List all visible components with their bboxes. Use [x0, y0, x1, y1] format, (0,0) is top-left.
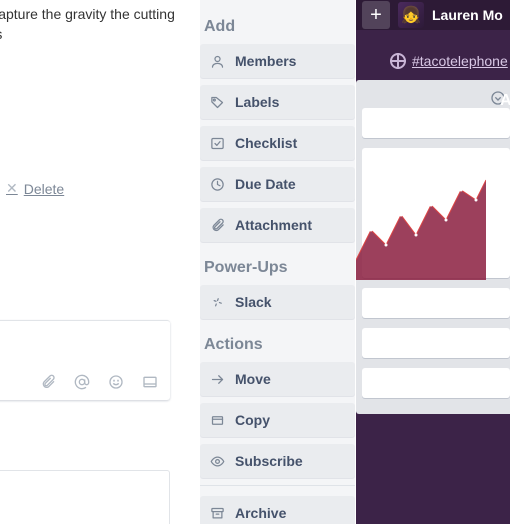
checklist-icon: [210, 136, 225, 151]
checklist-button[interactable]: Checklist: [200, 126, 355, 160]
activity-placeholder: [0, 470, 170, 524]
due-date-label: Due Date: [235, 176, 296, 192]
slack-icon: [210, 295, 225, 310]
checklist-label: Checklist: [235, 135, 297, 151]
card-stub[interactable]: [362, 108, 510, 138]
arrow-right-icon: [210, 372, 225, 387]
board-name-link[interactable]: #tacotelephone: [412, 53, 508, 69]
move-label: Move: [235, 371, 271, 387]
mention-icon[interactable]: [74, 374, 90, 390]
card-description-text: y, but still capture the gravity the cut…: [0, 4, 190, 45]
labels-label: Labels: [235, 94, 279, 110]
slack-label: Slack: [235, 294, 272, 310]
card-icon[interactable]: [142, 374, 158, 390]
clock-icon: [210, 177, 225, 192]
card-sidebar: Add Members Labels Checklist Due Date At…: [200, 0, 355, 524]
members-button[interactable]: Members: [200, 44, 355, 78]
section-title-add: Add: [200, 8, 355, 44]
emoji-icon[interactable]: [108, 374, 124, 390]
archive-label: Archive: [235, 505, 286, 521]
members-label: Members: [235, 53, 296, 69]
section-title-powerups: Power-Ups: [200, 249, 355, 285]
copy-label: Copy: [235, 412, 270, 428]
copy-icon: [210, 413, 225, 428]
paperclip-icon: [210, 218, 225, 233]
card-stub[interactable]: [362, 288, 510, 318]
create-board-button[interactable]: +: [362, 1, 390, 29]
person-icon: [210, 54, 225, 69]
archive-icon: [210, 506, 225, 521]
next-list-title: A: [500, 92, 510, 110]
app-header: + Lauren Mo: [356, 0, 510, 30]
board-title-row: #tacotelephone: [356, 46, 510, 76]
subscribe-button[interactable]: Subscribe: [200, 444, 355, 478]
tag-icon: [210, 95, 225, 110]
attachment-icon[interactable]: [40, 374, 56, 390]
slack-button[interactable]: Slack: [200, 285, 355, 319]
delete-link[interactable]: ✕ Delete: [6, 180, 64, 197]
section-title-actions: Actions: [200, 326, 355, 362]
card-stub[interactable]: [362, 328, 510, 358]
due-date-button[interactable]: Due Date: [200, 167, 355, 201]
archive-button[interactable]: Archive: [200, 496, 355, 524]
attachment-button[interactable]: Attachment: [200, 208, 355, 242]
globe-icon: [390, 53, 406, 69]
subscribe-label: Subscribe: [235, 453, 303, 469]
card-chart-thumbnail: [356, 160, 486, 280]
sidebar-divider: [200, 485, 355, 486]
move-button[interactable]: Move: [200, 362, 355, 396]
labels-button[interactable]: Labels: [200, 85, 355, 119]
eye-icon: [210, 454, 225, 469]
copy-button[interactable]: Copy: [200, 403, 355, 437]
comment-input[interactable]: [0, 320, 170, 400]
attachment-label: Attachment: [235, 217, 312, 233]
avatar[interactable]: [398, 2, 424, 28]
delete-label: Delete: [24, 181, 64, 197]
card-stub[interactable]: [362, 368, 510, 398]
close-icon: ✕: [6, 180, 18, 197]
username-label[interactable]: Lauren Mo: [432, 7, 503, 23]
